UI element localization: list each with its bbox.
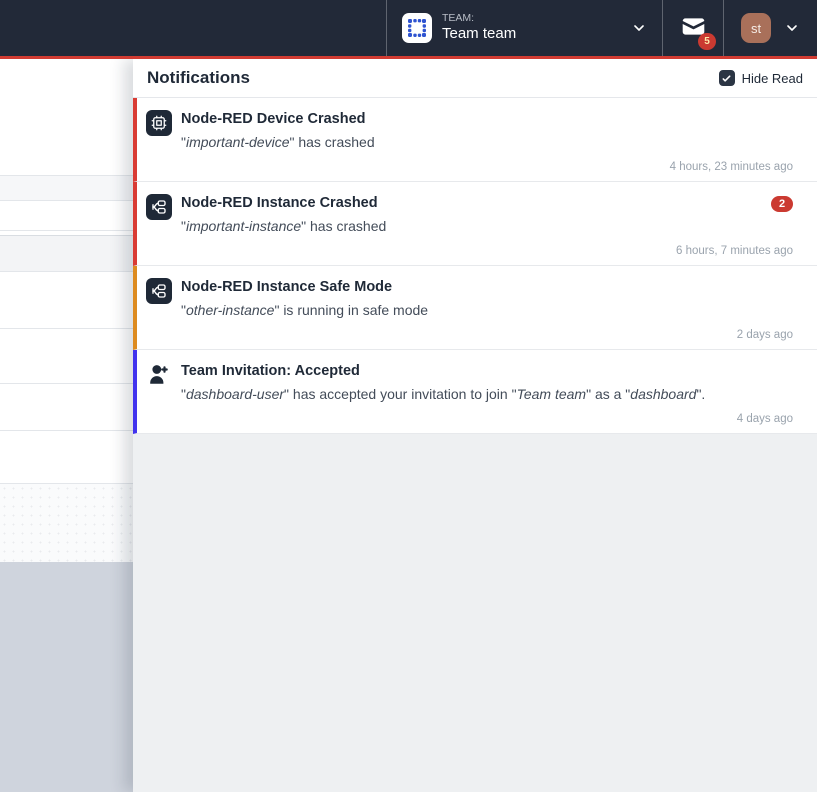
notifications-panel: Notifications Hide Read Node-RED Device … (133, 59, 817, 792)
device-chip-icon (146, 110, 172, 136)
app-root: TEAM: Team team 5 st (0, 0, 817, 59)
notification-timestamp: 4 days ago (181, 413, 793, 425)
team-name: Team team (442, 25, 516, 44)
notification-title: Node-RED Instance Crashed (181, 194, 378, 212)
notification-content: Node-RED Instance Safe Mode "other-insta… (181, 278, 793, 341)
notification-title: Node-RED Device Crashed (181, 110, 366, 128)
notification-title: Team Invitation: Accepted (181, 362, 360, 380)
brand-accent-line (0, 56, 817, 59)
notification-message: "important-instance" has crashed (181, 218, 793, 234)
notification-content: Team Invitation: Accepted "dashboard-use… (181, 362, 793, 425)
notification-list: Node-RED Device Crashed "important-devic… (133, 98, 817, 434)
notification-content: Node-RED Device Crashed "important-devic… (181, 110, 793, 173)
hide-read-checkbox[interactable] (719, 70, 735, 86)
team-avatar-icon (402, 13, 432, 43)
team-label: TEAM: (442, 12, 474, 25)
notification-timestamp: 2 days ago (181, 329, 793, 341)
notification-item[interactable]: Node-RED Device Crashed "important-devic… (133, 98, 817, 182)
notification-message: "important-device" has crashed (181, 134, 793, 150)
notification-title-row: Node-RED Device Crashed (181, 110, 793, 128)
instance-icon (146, 278, 172, 304)
notification-message: "other-instance" is running in safe mode (181, 302, 793, 318)
page-title: Notifications (147, 68, 250, 88)
navbar-left-region (0, 0, 387, 56)
notification-content: Node-RED Instance Crashed 2 "important-i… (181, 194, 793, 257)
hide-read-toggle[interactable]: Hide Read (719, 70, 803, 86)
team-switcher[interactable]: TEAM: Team team (387, 0, 663, 56)
notifications-header: Notifications Hide Read (133, 59, 817, 98)
user-add-icon (146, 362, 172, 388)
team-switcher-text: TEAM: Team team (442, 12, 516, 44)
notification-message: "dashboard-user" has accepted your invit… (181, 386, 793, 402)
unread-count-badge: 5 (698, 33, 716, 50)
notification-title-row: Node-RED Instance Crashed 2 (181, 194, 793, 212)
notification-item[interactable]: Team Invitation: Accepted "dashboard-use… (133, 350, 817, 434)
notification-title-row: Team Invitation: Accepted (181, 362, 793, 380)
notification-count-badge: 2 (771, 196, 793, 212)
notification-item[interactable]: Node-RED Instance Safe Mode "other-insta… (133, 266, 817, 350)
instance-icon (146, 194, 172, 220)
user-menu-button[interactable]: st (724, 0, 817, 56)
top-navbar: TEAM: Team team 5 st (0, 0, 817, 56)
avatar: st (741, 13, 771, 43)
hide-read-label: Hide Read (742, 71, 803, 86)
notification-timestamp: 4 hours, 23 minutes ago (181, 161, 793, 173)
notifications-mail-button[interactable]: 5 (663, 0, 724, 56)
notification-title: Node-RED Instance Safe Mode (181, 278, 392, 296)
notification-timestamp: 6 hours, 7 minutes ago (181, 245, 793, 257)
notification-item[interactable]: Node-RED Instance Crashed 2 "important-i… (133, 182, 817, 266)
notification-title-row: Node-RED Instance Safe Mode (181, 278, 793, 296)
chevron-down-icon (784, 20, 800, 36)
chevron-down-icon (631, 20, 647, 36)
